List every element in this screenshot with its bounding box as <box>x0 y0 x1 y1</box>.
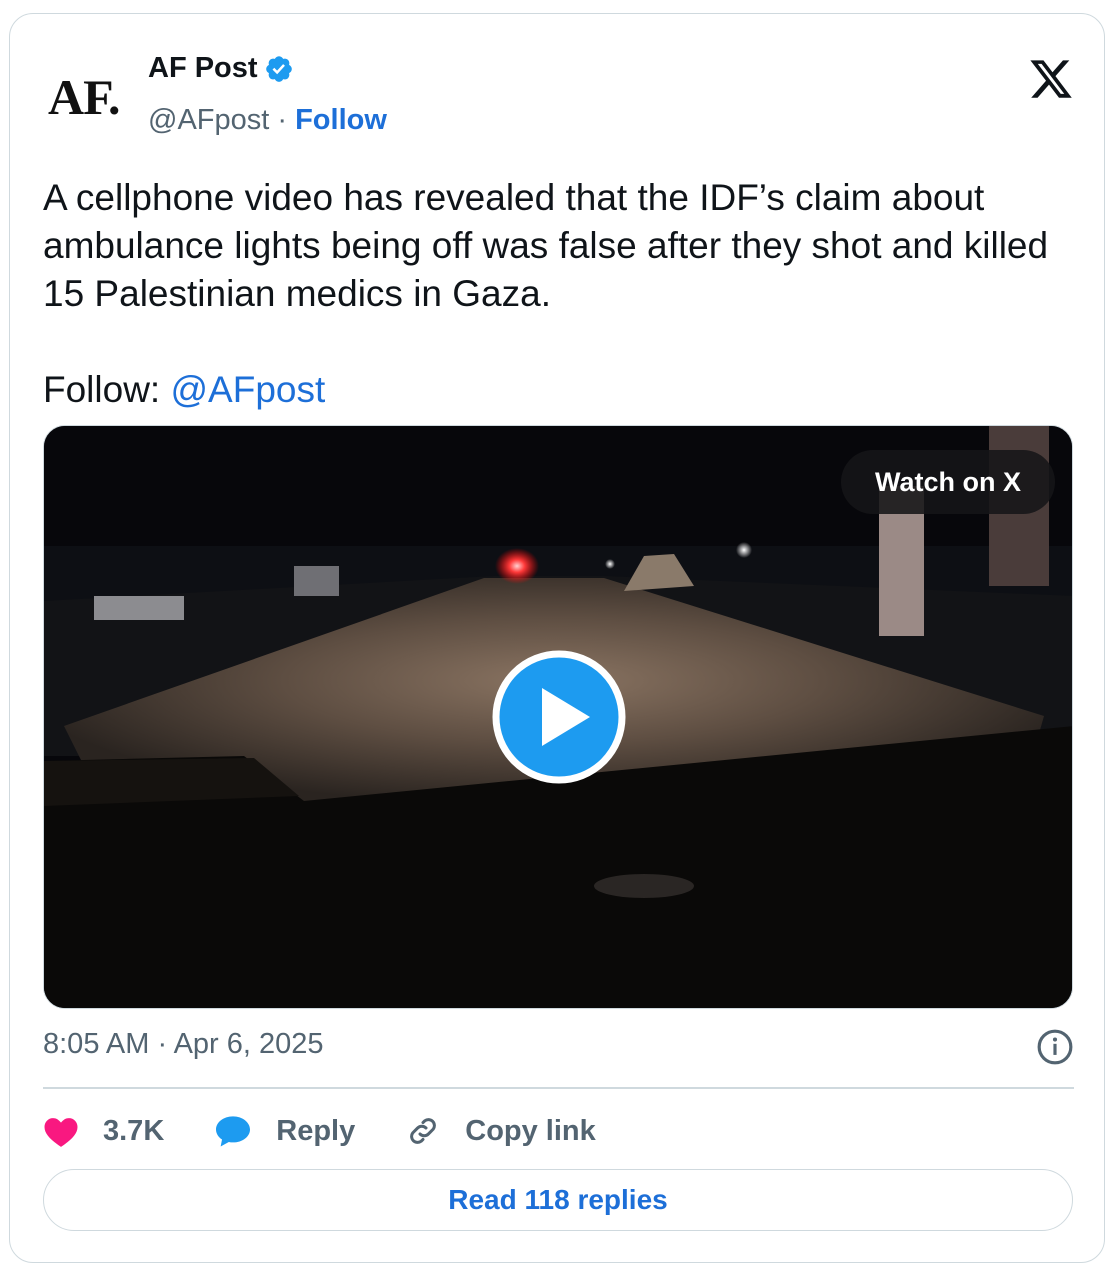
mention-link[interactable]: @AFpost <box>170 369 325 410</box>
tweet-body: A cellphone video has revealed that the … <box>43 177 1049 314</box>
reply-button[interactable]: Reply <box>214 1114 355 1148</box>
link-icon <box>410 1118 437 1144</box>
avatar[interactable]: AF. <box>48 62 138 132</box>
x-logo-icon[interactable] <box>1028 56 1074 102</box>
author-handle[interactable]: @AFpost <box>148 104 269 136</box>
timestamp-row: 8:05 AM · Apr 6, 2025 <box>43 1028 1074 1068</box>
likes-count: 3.7K <box>103 1114 165 1147</box>
author-name[interactable]: AF Post <box>148 52 258 85</box>
follow-link[interactable]: Follow <box>295 104 387 136</box>
timestamp[interactable]: 8:05 AM · Apr 6, 2025 <box>43 1028 324 1060</box>
read-replies-button[interactable]: Read 118 replies <box>43 1169 1073 1231</box>
follow-prefix: Follow: <box>43 369 171 410</box>
tweet-header: AF. AF Post @AFpost · Follow <box>48 52 1074 152</box>
tweet-text: A cellphone video has revealed that the … <box>43 174 1073 414</box>
reply-bubble-icon <box>216 1116 251 1147</box>
video-player[interactable]: Watch on X <box>43 425 1073 1009</box>
watch-on-x-button[interactable]: Watch on X <box>841 450 1055 514</box>
copy-link-label: Copy link <box>465 1114 596 1147</box>
divider <box>43 1087 1074 1089</box>
tweet-card: AF. AF Post @AFpost · Follow A cellphone… <box>9 13 1105 1263</box>
like-button[interactable]: 3.7K <box>43 1114 164 1148</box>
info-icon[interactable] <box>1036 1028 1074 1066</box>
verified-badge-icon <box>265 55 292 82</box>
tweet-follow-line: Follow: @AFpost <box>43 366 1073 414</box>
heart-icon <box>44 1118 78 1147</box>
handle-row: @AFpost · Follow <box>148 104 387 137</box>
action-bar: 3.7K Reply Copy link <box>43 1106 646 1156</box>
copy-link-button[interactable]: Copy link <box>405 1113 596 1149</box>
play-icon[interactable] <box>492 650 626 784</box>
author-name-row: AF Post <box>148 52 294 85</box>
handle-separator: · <box>269 104 296 136</box>
reply-label: Reply <box>276 1114 356 1147</box>
